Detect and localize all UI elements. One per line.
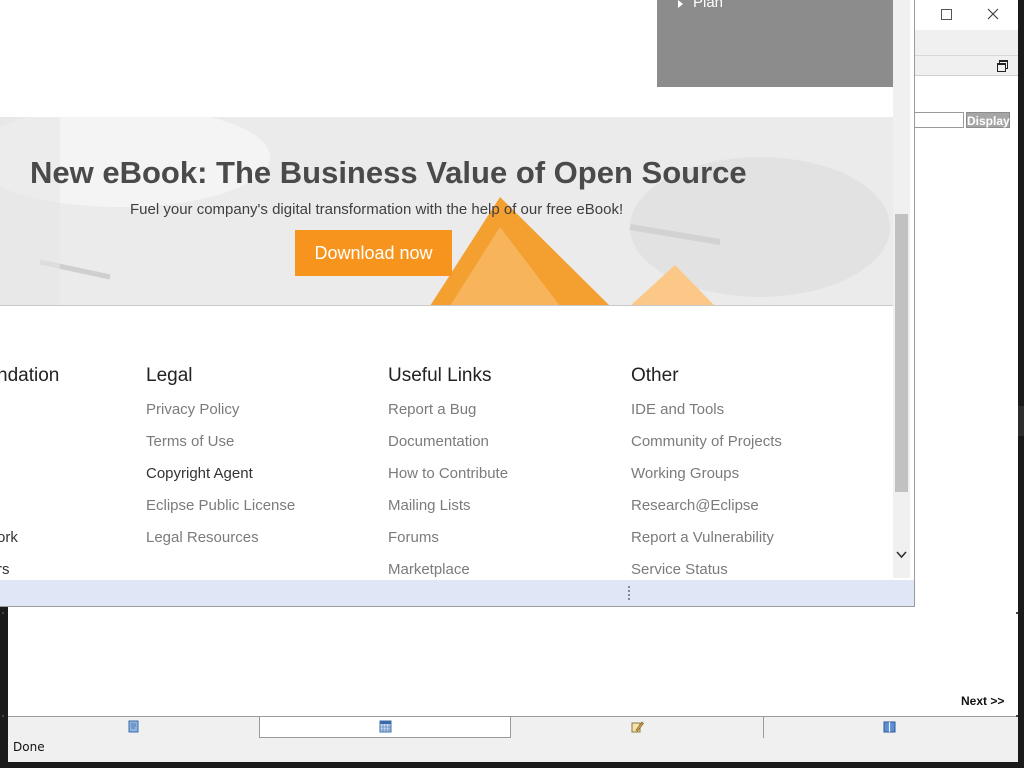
- tab-document[interactable]: [8, 717, 260, 738]
- document-icon: [128, 720, 139, 733]
- banner-title: New eBook: The Business Value of Open So…: [30, 155, 747, 190]
- footer-link-research-eclipse[interactable]: Research@Eclipse: [631, 497, 782, 529]
- status-bar: Done: [8, 738, 1018, 762]
- scrollbar-thumb[interactable]: [895, 214, 908, 492]
- restore-window-icon[interactable]: [997, 60, 1008, 72]
- footer-link-how-to-contribute[interactable]: How to Contribute: [388, 465, 508, 497]
- footer-link[interactable]: ork: [0, 529, 59, 561]
- book-icon: [883, 721, 896, 733]
- footer-link-legal-resources[interactable]: Legal Resources: [146, 529, 295, 561]
- footer-link-working-groups[interactable]: Working Groups: [631, 465, 782, 497]
- footer-link-terms-of-use[interactable]: Terms of Use: [146, 433, 295, 465]
- footer-heading: Other: [631, 365, 679, 386]
- footer-link-privacy-policy[interactable]: Privacy Policy: [146, 401, 295, 433]
- next-link[interactable]: Next >>: [961, 694, 1004, 708]
- footer-heading: Legal: [146, 365, 193, 386]
- corner-marker: [2, 612, 4, 614]
- close-icon[interactable]: [985, 6, 1001, 22]
- download-now-button[interactable]: Download now: [295, 230, 452, 276]
- footer-link-report-a-vulnerability[interactable]: Report a Vulnerability: [631, 529, 782, 561]
- bottom-tab-bar: [8, 717, 1018, 738]
- footer-column-foundation: ndation . . . . ork rs: [0, 365, 59, 578]
- tab-edit[interactable]: [512, 717, 764, 738]
- status-text: Done: [13, 740, 45, 754]
- footer-link-forums[interactable]: Forums: [388, 529, 508, 561]
- footer-link-community-of-projects[interactable]: Community of Projects: [631, 433, 782, 465]
- pencil-edit-icon: [631, 721, 644, 733]
- footer-link-report-a-bug[interactable]: Report a Bug: [388, 401, 508, 433]
- menu-item-plan[interactable]: Plan: [693, 0, 723, 11]
- footer-column-useful-links: Useful Links Report a Bug Documentation …: [388, 365, 508, 578]
- vertical-scrollbar[interactable]: [893, 0, 910, 578]
- background-titlebar: [906, 0, 1018, 30]
- tab-book[interactable]: [764, 717, 1016, 738]
- tab-calendar[interactable]: [259, 717, 511, 738]
- window-edge: [1018, 406, 1024, 436]
- footer-link-copyright-agent[interactable]: Copyright Agent: [146, 465, 295, 497]
- footer-heading: ndation: [0, 365, 60, 386]
- screen: Display Next >> Done Plan New eBook: The…: [0, 0, 1024, 768]
- footer-link-marketplace[interactable]: Marketplace: [388, 561, 508, 578]
- search-input[interactable]: [912, 112, 964, 128]
- footer-link[interactable]: rs: [0, 561, 59, 578]
- corner-marker: [1016, 612, 1018, 614]
- footer-column-other: Other IDE and Tools Community of Project…: [631, 365, 782, 578]
- corner-marker: [1016, 715, 1018, 717]
- site-footer: ndation . . . . ork rs Legal Privacy Pol…: [0, 307, 893, 578]
- resize-grip-icon[interactable]: [628, 586, 632, 602]
- calendar-grid-icon: [379, 720, 392, 733]
- footer-link-documentation[interactable]: Documentation: [388, 433, 508, 465]
- caret-right-icon: [678, 0, 683, 8]
- footer-heading: Useful Links: [388, 365, 492, 386]
- footer-link-mailing-lists[interactable]: Mailing Lists: [388, 497, 508, 529]
- chevron-down-icon[interactable]: [895, 547, 908, 563]
- ebook-banner: New eBook: The Business Value of Open So…: [0, 117, 893, 306]
- maximize-icon[interactable]: [941, 9, 952, 20]
- footer-link-ide-and-tools[interactable]: IDE and Tools: [631, 401, 782, 433]
- corner-marker: [2, 715, 4, 717]
- browser-status-bar: [0, 580, 914, 606]
- footer-link-eclipse-public-license[interactable]: Eclipse Public License: [146, 497, 295, 529]
- footer-column-legal: Legal Privacy Policy Terms of Use Copyri…: [146, 365, 295, 561]
- footer-link-service-status[interactable]: Service Status: [631, 561, 782, 578]
- dropdown-menu: [657, 0, 893, 87]
- display-button[interactable]: Display: [966, 112, 1010, 128]
- banner-subtitle: Fuel your company's digital transformati…: [130, 201, 624, 218]
- browser-window: Plan New eBook: The Business Value of Op…: [0, 0, 915, 607]
- background-menubar: [906, 30, 1018, 56]
